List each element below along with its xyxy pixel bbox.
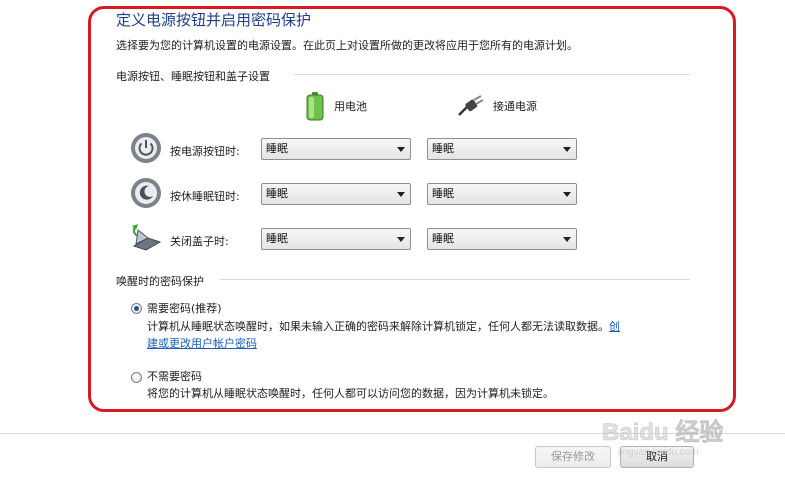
- no-password-label[interactable]: 不需要密码: [147, 368, 202, 384]
- close-lid-plugged-value: 睡眠: [432, 232, 454, 245]
- password-section-heading: 唤醒时的密码保护: [116, 275, 204, 288]
- chevron-down-icon: [397, 192, 405, 197]
- require-password-description: 计算机从睡眠状态唤醒时，如果未输入正确的密码来解除计算机锁定，任何人都无法读取数…: [147, 318, 707, 352]
- chevron-down-icon: [397, 147, 405, 152]
- no-password-description: 将您的计算机从睡眠状态唤醒时，任何人都可以访问您的数据，因为计算机未锁定。: [147, 387, 554, 400]
- sleep-button-plugged-value: 睡眠: [432, 187, 454, 200]
- battery-column-label: 用电池: [334, 100, 367, 113]
- power-button-plugged-value: 睡眠: [432, 142, 454, 155]
- close-lid-battery-select[interactable]: 睡眠: [261, 228, 411, 250]
- no-password-radio[interactable]: [131, 372, 142, 383]
- sleep-button-plugged-select[interactable]: 睡眠: [427, 183, 577, 205]
- change-password-link-part1[interactable]: 创: [609, 320, 620, 333]
- baidu-watermark: Baidu 经验 jingyan.baidu.com: [602, 418, 724, 458]
- power-button-label: 按电源按钮时:: [170, 145, 240, 158]
- close-lid-battery-value: 睡眠: [266, 232, 288, 245]
- require-password-radio[interactable]: [131, 303, 142, 314]
- plugged-in-column-header: 接通电源: [457, 92, 537, 120]
- require-password-label[interactable]: 需要密码(推荐): [147, 300, 222, 316]
- power-button-icon: [131, 133, 161, 163]
- power-button-battery-value: 睡眠: [266, 142, 288, 155]
- power-plug-icon: [458, 95, 484, 116]
- watermark-url: jingyan.baidu.com: [617, 447, 699, 458]
- power-section-heading: 电源按钮、睡眠按钮和盖子设置: [116, 70, 270, 83]
- change-password-link[interactable]: 建或更改用户帐户密码: [147, 337, 257, 350]
- chevron-down-icon: [397, 237, 405, 242]
- page-subtitle: 选择要为您的计算机设置的电源设置。在此页上对设置所做的更改将应用于您所有的电源计…: [116, 39, 578, 52]
- chevron-down-icon: [563, 192, 571, 197]
- sleep-button-battery-value: 睡眠: [266, 187, 288, 200]
- sleep-button-battery-select[interactable]: 睡眠: [261, 183, 411, 205]
- power-button-plugged-select[interactable]: 睡眠: [427, 138, 577, 160]
- plugged-in-column-label: 接通电源: [493, 100, 537, 113]
- sleep-button-label: 按休睡眠钮时:: [170, 190, 240, 203]
- close-lid-plugged-select[interactable]: 睡眠: [427, 228, 577, 250]
- sleep-button-icon: [131, 178, 161, 208]
- battery-icon: [306, 92, 324, 121]
- watermark-brand: Baidu 经验: [602, 418, 723, 446]
- power-button-battery-select[interactable]: 睡眠: [261, 138, 411, 160]
- power-options-dialog: 定义电源按钮并启用密码保护 选择要为您的计算机设置的电源设置。在此页上对设置所做…: [0, 0, 785, 485]
- chevron-down-icon: [563, 237, 571, 242]
- laptop-lid-icon: [132, 224, 162, 251]
- chevron-down-icon: [563, 147, 571, 152]
- page-title: 定义电源按钮并启用密码保护: [116, 11, 312, 29]
- section-divider: [294, 74, 690, 75]
- require-password-description-text: 计算机从睡眠状态唤醒时，如果未输入正确的密码来解除计算机锁定，任何人都无法读取数…: [147, 320, 609, 333]
- section-divider: [220, 279, 690, 280]
- close-lid-label: 关闭盖子时:: [170, 235, 229, 248]
- battery-column-header: 用电池: [304, 92, 367, 121]
